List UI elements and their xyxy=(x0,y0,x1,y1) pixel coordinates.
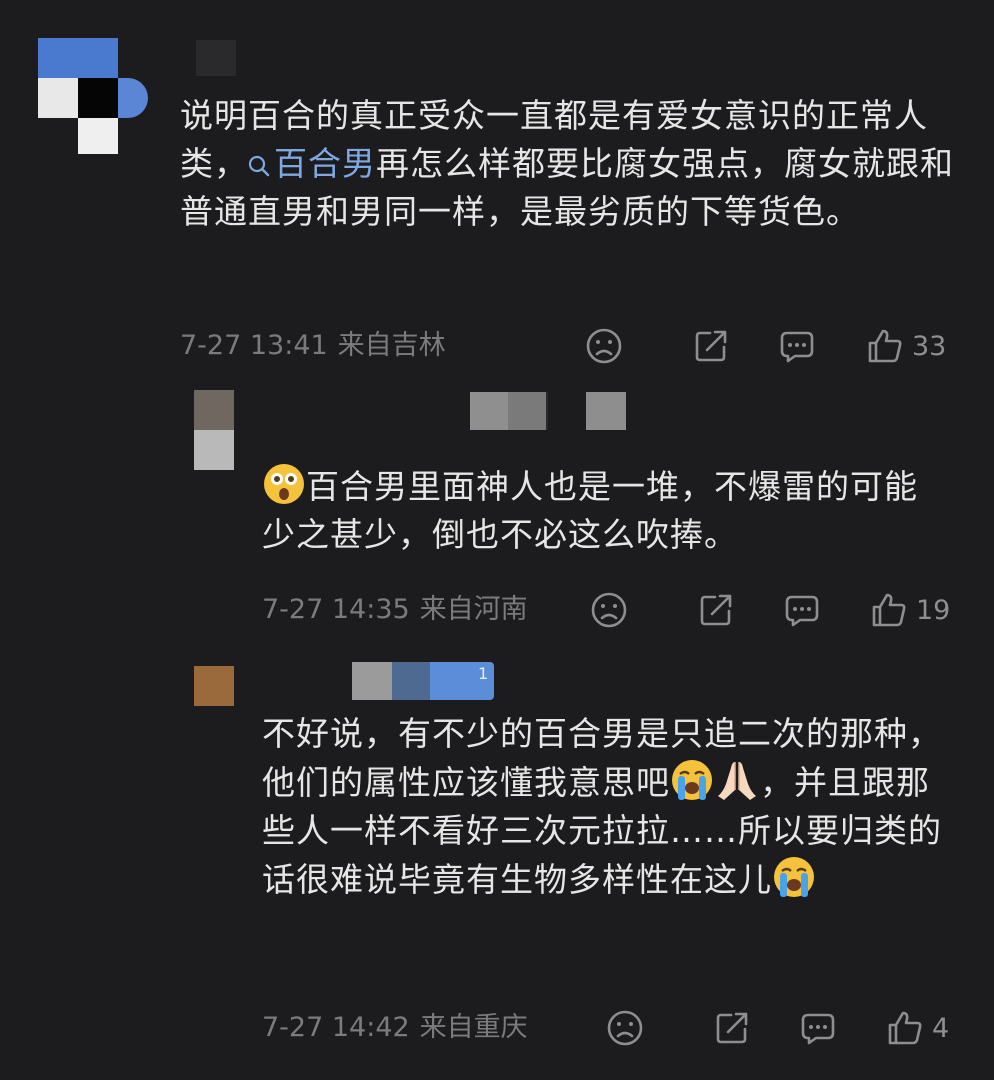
reply-icon xyxy=(780,331,814,363)
dislike-face-icon xyxy=(591,592,627,628)
like-count: 19 xyxy=(916,594,951,626)
topic-link[interactable]: 百合男 xyxy=(248,144,376,183)
comment-text-content: 百合男里面神人也是一堆，不爆雷的可能少之甚少，倒也不必这么吹捧。 xyxy=(262,467,918,554)
share-button[interactable] xyxy=(713,1008,751,1048)
username-blurred[interactable]: 1 xyxy=(352,662,502,700)
comment-time: 7-27 14:42 xyxy=(262,1012,410,1043)
comment-text: 百合男里面神人也是一堆，不爆雷的可能少之甚少，倒也不必这么吹捧。 xyxy=(262,462,942,559)
comment-location: 来自重庆 xyxy=(419,1012,528,1043)
comment-location: 来自吉林 xyxy=(337,330,446,361)
comment-text: 说明百合的真正受众一直都是有爱女意识的正常人类， 百合男再怎么样都要比腐女强点，腐… xyxy=(180,92,960,236)
praying-hands-emoji xyxy=(718,762,756,800)
topic-link-label: 百合男 xyxy=(274,144,376,183)
comment-time: 7-27 14:35 xyxy=(262,594,410,625)
thumbs-up-icon xyxy=(872,593,906,627)
avatar[interactable] xyxy=(194,666,234,706)
comment-3: 1 不好说，有不少的百合男是只追二次的那种，他们的属性应该懂我意思吧 ，并且跟那些… xyxy=(0,650,994,1080)
comment-location: 来自河南 xyxy=(419,594,528,625)
dislike-face-icon xyxy=(607,1010,643,1046)
comment-meta: 7-27 13:41 来自吉林 xyxy=(180,326,456,366)
reply-button[interactable] xyxy=(783,590,821,630)
thumbs-up-icon xyxy=(868,329,902,363)
share-button[interactable] xyxy=(692,326,730,366)
like-count: 4 xyxy=(932,1012,950,1044)
dislike-button[interactable] xyxy=(585,326,623,366)
dislike-button[interactable] xyxy=(590,590,628,630)
reply-button[interactable] xyxy=(778,326,816,366)
share-icon xyxy=(700,594,732,626)
like-count: 33 xyxy=(912,330,947,362)
comment-meta: 7-27 14:42 来自重庆 xyxy=(262,1008,538,1048)
share-icon xyxy=(695,330,727,362)
share-button[interactable] xyxy=(697,590,735,630)
like-button[interactable]: 19 xyxy=(870,590,950,630)
comment-2: 百合男里面神人也是一堆，不爆雷的可能少之甚少，倒也不必这么吹捧。 7-27 14… xyxy=(0,380,994,650)
reply-button[interactable] xyxy=(799,1008,837,1048)
crying-emoji xyxy=(774,857,814,897)
share-icon xyxy=(716,1012,748,1044)
avatar[interactable] xyxy=(38,38,158,158)
comment-time: 7-27 13:41 xyxy=(180,330,328,361)
dislike-face-icon xyxy=(586,328,622,364)
reply-icon xyxy=(801,1013,835,1045)
like-button[interactable]: 33 xyxy=(866,326,946,366)
reply-icon xyxy=(785,595,819,627)
crying-emoji xyxy=(672,760,712,800)
username-blurred[interactable] xyxy=(196,40,236,76)
comment-1: 说明百合的真正受众一直都是有爱女意识的正常人类， 百合男再怎么样都要比腐女强点，腐… xyxy=(0,0,994,380)
dislike-button[interactable] xyxy=(606,1008,644,1048)
comment-text: 不好说，有不少的百合男是只追二次的那种，他们的属性应该懂我意思吧 ，并且跟那些人一… xyxy=(262,710,952,904)
astonished-emoji xyxy=(264,464,304,504)
username-blurred[interactable] xyxy=(470,392,630,430)
like-button[interactable]: 4 xyxy=(886,1008,949,1048)
level-badge: 1 xyxy=(478,664,489,683)
thumbs-up-icon xyxy=(888,1011,922,1045)
comment-meta: 7-27 14:35 来自河南 xyxy=(262,590,538,630)
search-icon xyxy=(248,155,270,177)
avatar[interactable] xyxy=(194,390,234,470)
